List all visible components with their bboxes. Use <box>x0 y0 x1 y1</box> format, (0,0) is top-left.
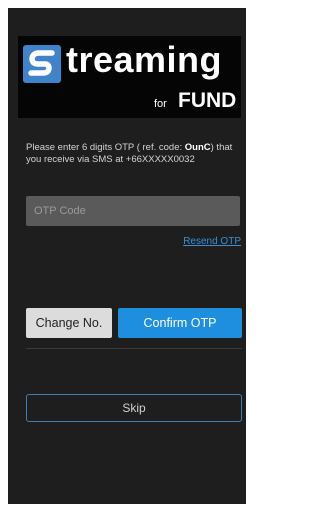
otp-instruction-text: Please enter 6 digits OTP ( ref. code: O… <box>26 142 240 166</box>
change-number-button[interactable]: Change No. <box>26 308 112 338</box>
instruction-prefix: Please enter 6 digits OTP ( ref. code: <box>26 142 185 153</box>
ref-code: OunC <box>184 142 211 153</box>
streaming-s-logo-icon <box>23 45 61 83</box>
otp-code-input[interactable] <box>26 196 240 226</box>
streaming-logo: treaming for FUND <box>18 36 241 118</box>
skip-button[interactable]: Skip <box>26 394 242 422</box>
logo-wordmark: treaming <box>66 39 223 80</box>
logo-for-text: for <box>154 98 167 110</box>
confirm-otp-button[interactable]: Confirm OTP <box>118 308 242 338</box>
divider <box>26 348 242 349</box>
resend-otp-link[interactable]: Resend OTP <box>183 236 241 247</box>
logo-fund-text: FUND <box>178 89 237 112</box>
otp-screen: treaming for FUND Please enter 6 digits … <box>8 8 246 504</box>
